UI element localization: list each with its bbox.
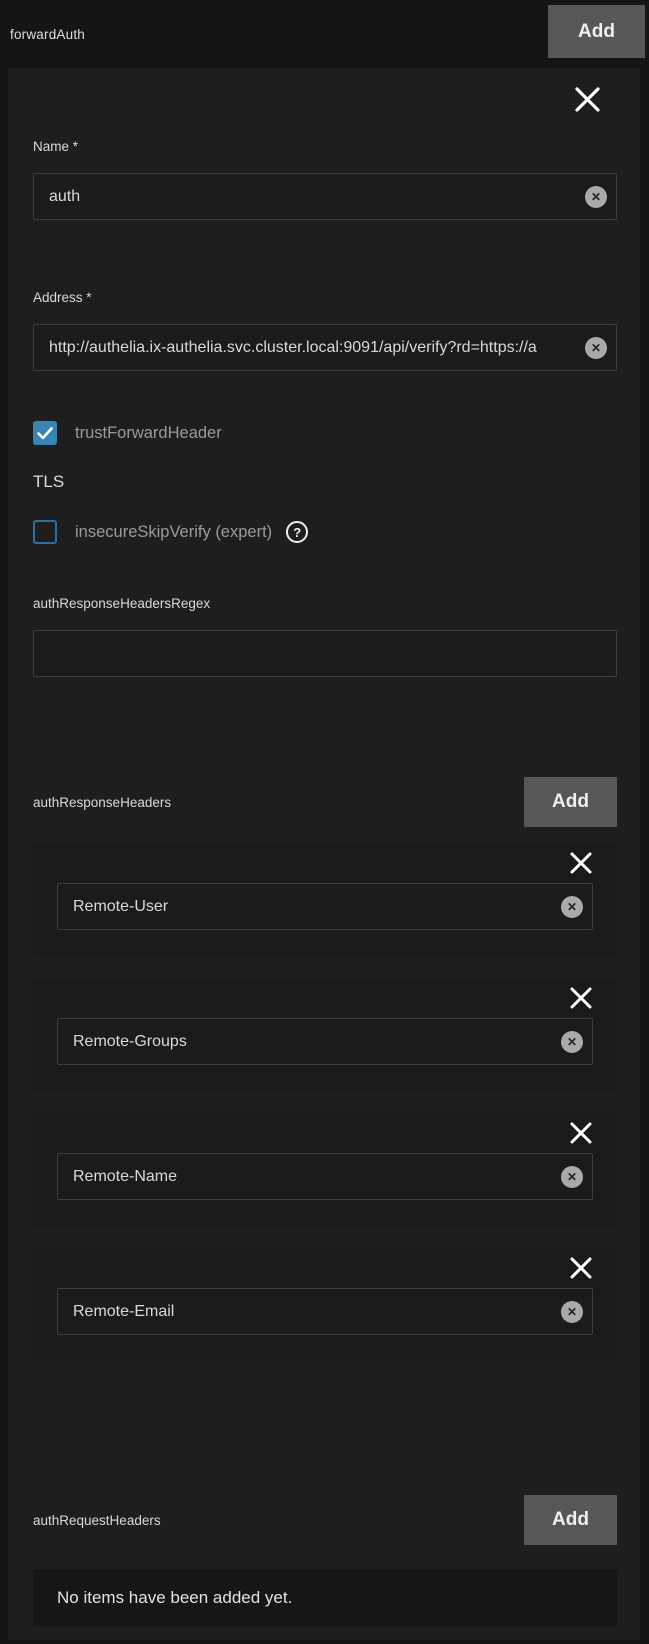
auth-response-headers-section-row: authResponseHeaders Add — [33, 777, 617, 827]
clear-item-icon[interactable]: ✕ — [561, 1301, 583, 1323]
name-input[interactable] — [33, 173, 617, 220]
header-bar: forwardAuth Add — [0, 0, 649, 68]
close-icon — [569, 851, 593, 875]
trust-forward-header-label: trustForwardHeader — [75, 424, 222, 443]
add-request-header-button[interactable]: Add — [524, 1495, 617, 1545]
trust-forward-header-checkbox[interactable] — [33, 421, 57, 445]
item-input-wrap: ✕ — [57, 1153, 593, 1200]
add-response-header-button[interactable]: Add — [524, 777, 617, 827]
close-icon — [569, 1121, 593, 1145]
close-panel-button[interactable] — [574, 86, 601, 113]
item-input-wrap: ✕ — [57, 1018, 593, 1065]
page-title: forwardAuth — [10, 27, 85, 42]
response-header-card: ✕ — [33, 1248, 617, 1361]
empty-list-message-box: No items have been added yet. — [33, 1569, 617, 1626]
auth-response-headers-label: authResponseHeaders — [33, 795, 171, 810]
name-input-wrap: ✕ — [33, 173, 617, 220]
clear-address-icon[interactable]: ✕ — [585, 337, 607, 359]
close-icon — [569, 986, 593, 1010]
insecure-skip-verify-label: insecureSkipVerify (expert) — [75, 523, 272, 542]
response-header-input[interactable] — [57, 1288, 593, 1335]
response-header-card: ✕ — [33, 843, 617, 956]
auth-request-headers-section-row: authRequestHeaders Add — [33, 1495, 617, 1545]
close-icon — [574, 86, 601, 113]
response-header-input[interactable] — [57, 883, 593, 930]
insecure-skip-verify-row: insecureSkipVerify (expert) ? — [33, 520, 617, 544]
close-icon — [569, 1256, 593, 1280]
help-icon[interactable]: ? — [286, 521, 308, 543]
response-header-card: ✕ — [33, 1113, 617, 1226]
auth-response-headers-regex-wrap — [33, 630, 617, 677]
response-header-card: ✕ — [33, 978, 617, 1091]
clear-item-icon[interactable]: ✕ — [561, 1031, 583, 1053]
auth-request-headers-label: authRequestHeaders — [33, 1513, 161, 1528]
clear-name-icon[interactable]: ✕ — [585, 186, 607, 208]
name-label: Name * — [33, 139, 617, 154]
insecure-skip-verify-checkbox[interactable] — [33, 520, 57, 544]
remove-item-button[interactable] — [569, 986, 593, 1010]
remove-item-button[interactable] — [569, 1256, 593, 1280]
trust-forward-header-row: trustForwardHeader — [33, 421, 617, 445]
add-middleware-button[interactable]: Add — [548, 5, 645, 58]
remove-item-button[interactable] — [569, 1121, 593, 1145]
remove-item-button[interactable] — [569, 851, 593, 875]
response-header-input[interactable] — [57, 1018, 593, 1065]
clear-item-icon[interactable]: ✕ — [561, 1166, 583, 1188]
address-input-wrap: ✕ — [33, 324, 617, 371]
address-input[interactable] — [33, 324, 617, 371]
checkmark-icon — [37, 427, 53, 440]
item-input-wrap: ✕ — [57, 1288, 593, 1335]
response-header-input[interactable] — [57, 1153, 593, 1200]
empty-list-message: No items have been added yet. — [57, 1588, 292, 1608]
clear-item-icon[interactable]: ✕ — [561, 896, 583, 918]
auth-response-headers-regex-input[interactable] — [33, 630, 617, 677]
auth-response-headers-regex-label: authResponseHeadersRegex — [33, 596, 617, 611]
tls-heading: TLS — [33, 472, 617, 492]
address-label: Address * — [33, 290, 617, 305]
item-input-wrap: ✕ — [57, 883, 593, 930]
forward-auth-panel: Name * ✕ Address * ✕ trustForwardHeader … — [8, 68, 640, 1640]
